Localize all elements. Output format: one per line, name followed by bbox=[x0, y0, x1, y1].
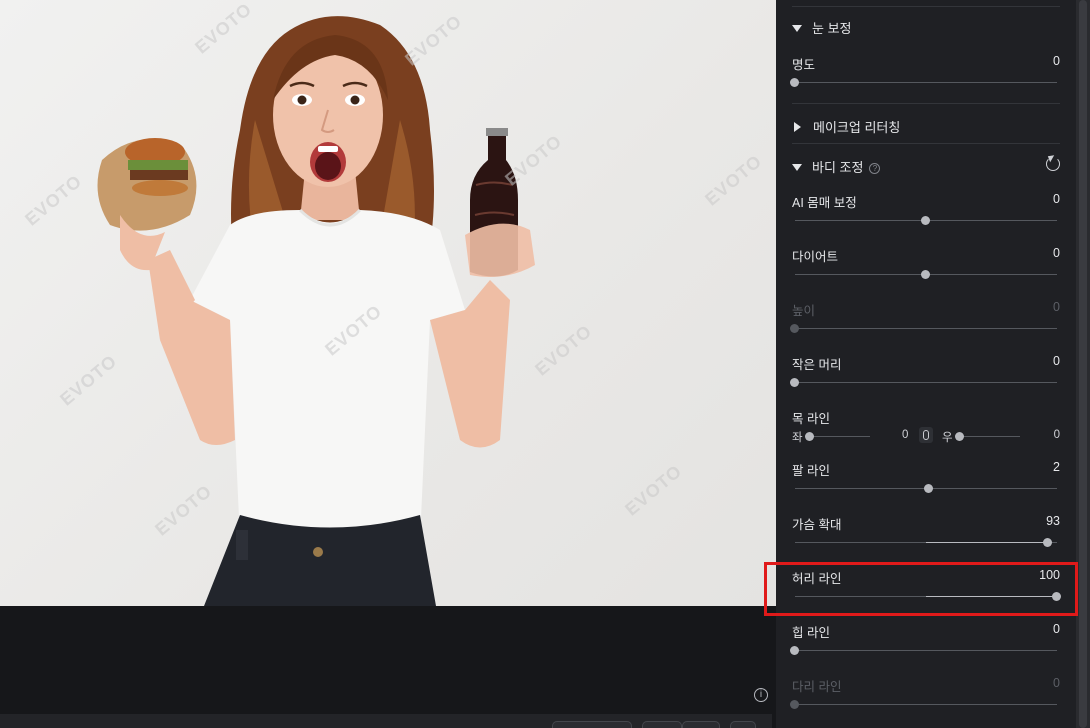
slider-track-neck-right[interactable] bbox=[958, 436, 1020, 437]
slider-label: 힙 라인 bbox=[792, 626, 830, 640]
slider-track bbox=[795, 704, 1057, 705]
bottom-toolbar bbox=[0, 714, 772, 728]
slider-value: 0 bbox=[1053, 192, 1060, 206]
scrollbar-thumb[interactable] bbox=[1079, 0, 1087, 728]
slider-knob[interactable] bbox=[790, 646, 799, 655]
slider-label: 작은 머리 bbox=[792, 358, 842, 372]
panel-scrollbar[interactable] bbox=[1076, 0, 1090, 728]
slider-value: 2 bbox=[1053, 460, 1060, 474]
slider-label: AI 몸매 보정 bbox=[792, 196, 857, 210]
slider-track-neck-left[interactable] bbox=[808, 436, 870, 437]
slider-knob bbox=[790, 700, 799, 709]
triangle-right-icon bbox=[794, 122, 801, 132]
reset-icon[interactable] bbox=[1046, 157, 1060, 171]
slider-label: 높이 bbox=[792, 304, 816, 318]
slider-label: 다이어트 bbox=[792, 250, 839, 264]
divider bbox=[792, 143, 1060, 144]
triangle-down-icon bbox=[792, 25, 802, 32]
photo-illustration bbox=[97, 16, 535, 606]
slider-knob[interactable] bbox=[790, 378, 799, 387]
slider-label-brightness: 명도 bbox=[792, 58, 816, 72]
evoto-app-window: EVOTO EVOTO EVOTO EVOTO EVOTO EVOTO EVOT… bbox=[0, 0, 1090, 728]
toolbar-button[interactable] bbox=[552, 721, 632, 728]
section-body-adjust[interactable]: 바디 조정? bbox=[792, 157, 881, 176]
slider-track[interactable] bbox=[795, 650, 1057, 651]
link-icon[interactable] bbox=[919, 427, 933, 443]
divider bbox=[792, 103, 1060, 104]
divider bbox=[792, 6, 1060, 7]
slider-value: 0 bbox=[1053, 622, 1060, 636]
section-title: 눈 보정 bbox=[812, 21, 852, 36]
slider-knob[interactable] bbox=[921, 216, 930, 225]
slider-value: 0 bbox=[1053, 246, 1060, 260]
toolbar-button[interactable] bbox=[642, 721, 682, 728]
section-title: 바디 조정 bbox=[812, 160, 864, 175]
slider-label: 팔 라인 bbox=[792, 464, 830, 478]
slider-knob[interactable] bbox=[1042, 538, 1052, 547]
slider-track bbox=[795, 328, 1057, 329]
photo-preview[interactable]: EVOTO EVOTO EVOTO EVOTO EVOTO EVOTO EVOT… bbox=[0, 0, 776, 606]
info-icon[interactable]: i bbox=[754, 688, 768, 702]
toolbar-button[interactable] bbox=[730, 721, 756, 728]
section-eye-correction[interactable]: 눈 보정 bbox=[792, 18, 852, 37]
slider-value-brightness: 0 bbox=[1053, 54, 1060, 68]
slider-value: 0 bbox=[1053, 676, 1060, 690]
slider-label: 가슴 확대 bbox=[792, 518, 842, 532]
neck-right-value: 0 bbox=[1053, 429, 1060, 441]
neck-right-label: 우 bbox=[942, 432, 953, 444]
slider-fill bbox=[926, 542, 1048, 543]
canvas-area: EVOTO EVOTO EVOTO EVOTO EVOTO EVOTO EVOT… bbox=[0, 0, 776, 728]
slider-label: 다리 라인 bbox=[792, 680, 842, 694]
neck-left-value: 0 bbox=[902, 429, 909, 441]
slider-knob-neck-left[interactable] bbox=[805, 432, 814, 441]
slider-label-neck: 목 라인 bbox=[792, 412, 830, 426]
slider-knob-brightness[interactable] bbox=[790, 78, 799, 87]
slider-value: 93 bbox=[1046, 514, 1060, 528]
slider-knob[interactable] bbox=[921, 270, 930, 279]
toolbar-button[interactable] bbox=[682, 721, 720, 728]
slider-knob bbox=[790, 324, 799, 333]
adjustment-panel: 눈 보정 명도 0 메이크업 리터칭 바디 조정? 목 라인 좌 0 우 0 A… bbox=[776, 0, 1076, 728]
slider-knob-neck-right[interactable] bbox=[955, 432, 964, 441]
slider-value: 0 bbox=[1053, 300, 1060, 314]
highlight-box bbox=[764, 562, 1078, 616]
slider-track[interactable] bbox=[795, 382, 1057, 383]
slider-knob[interactable] bbox=[923, 484, 933, 493]
question-icon[interactable]: ? bbox=[869, 163, 881, 174]
section-makeup-retouch[interactable]: 메이크업 리터칭 bbox=[792, 117, 900, 136]
triangle-down-icon bbox=[792, 164, 802, 171]
section-title: 메이크업 리터칭 bbox=[813, 120, 901, 135]
neck-left-label: 좌 bbox=[792, 432, 803, 444]
slider-track-brightness[interactable] bbox=[795, 82, 1057, 83]
slider-value: 0 bbox=[1053, 354, 1060, 368]
